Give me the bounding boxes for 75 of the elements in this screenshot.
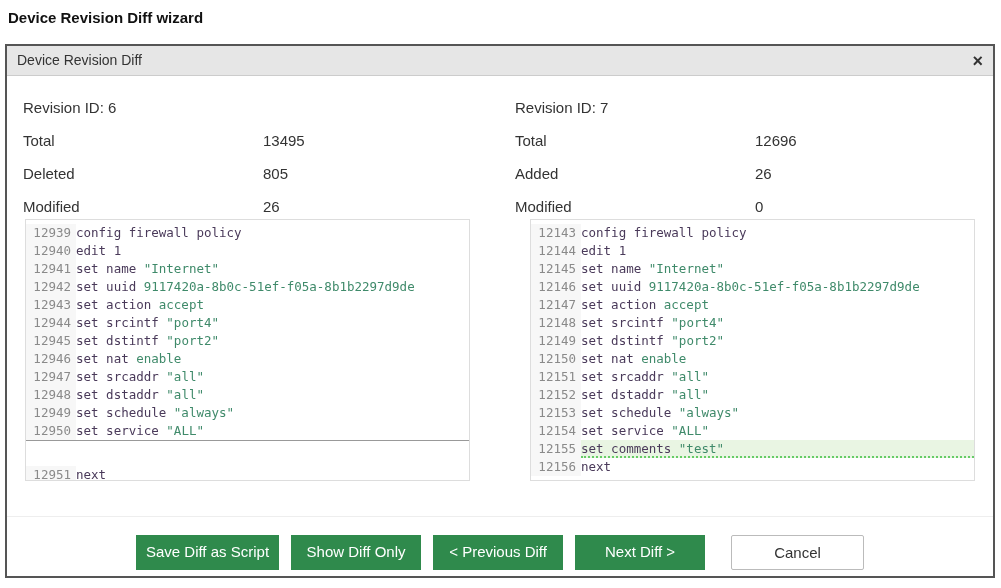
code-line: set dstintf "port2": [76, 332, 220, 350]
stat-value: 0: [755, 197, 765, 217]
revision-label: Revision ID: 7: [515, 98, 610, 118]
stat-label: Total: [515, 131, 548, 151]
close-button[interactable]: ×: [972, 51, 983, 70]
code-line: set nat enable: [581, 350, 688, 368]
code-line: set dstintf "port2": [581, 332, 725, 350]
code-line: set srcintf "port4": [581, 314, 725, 332]
line-number: 12944: [26, 314, 76, 332]
code-line: set name "Internet": [581, 260, 725, 278]
code-line: set dstaddr "all": [76, 386, 205, 404]
code-line: edit 1: [581, 242, 628, 260]
previous-diff-button[interactable]: < Previous Diff: [433, 535, 564, 570]
stat-label: Modified: [515, 197, 573, 217]
line-number: 12153: [531, 404, 581, 422]
code-line: set schedule "always": [581, 404, 741, 422]
stat-label: Deleted: [23, 164, 76, 184]
revision-label: Revision ID: 6: [23, 98, 118, 118]
code-line: set dstaddr "all": [581, 386, 710, 404]
page-title: Device Revision Diff wizard: [7, 8, 205, 28]
code-line: set uuid 9117420a-8b0c-51ef-f05a-8b1b2297d9de: [581, 278, 921, 296]
line-number: 12950: [26, 422, 76, 440]
line-number: 12951: [26, 466, 76, 480]
code-line: next: [76, 466, 108, 480]
line-number: 12156: [531, 458, 581, 476]
stat-value: 805: [263, 164, 290, 184]
stat-value: 13495: [263, 131, 306, 151]
code-line: set srcaddr "all": [76, 368, 205, 386]
dialog-title: Device Revision Diff: [17, 51, 142, 70]
line-number: 12154: [531, 422, 581, 440]
line-number: 12941: [26, 260, 76, 278]
stat-value: 26: [263, 197, 281, 217]
code-line: set nat enable: [76, 350, 183, 368]
code-line: config firewall policy: [76, 224, 243, 242]
line-number: 12155: [531, 440, 581, 458]
stat-value: 12696: [755, 131, 798, 151]
code-line: set schedule "always": [76, 404, 236, 422]
line-number: 12947: [26, 368, 76, 386]
line-number: 12143: [531, 224, 581, 242]
line-number: 12146: [531, 278, 581, 296]
next-diff-button[interactable]: Next Diff >: [575, 535, 706, 570]
code-line: set service "ALL": [581, 422, 710, 440]
line-number: 12945: [26, 332, 76, 350]
line-number: 12942: [26, 278, 76, 296]
line-number: 12144: [531, 242, 581, 260]
line-number: 12948: [26, 386, 76, 404]
line-number: 12152: [531, 386, 581, 404]
stat-label: Modified: [23, 197, 81, 217]
code-line: config firewall policy: [581, 224, 748, 242]
line-number: 12147: [531, 296, 581, 314]
code-line: set service "ALL": [76, 422, 205, 440]
line-number: 12949: [26, 404, 76, 422]
show-diff-button[interactable]: Show Diff Only: [291, 535, 422, 570]
code-line: set action accept: [581, 296, 710, 314]
stat-label: Added: [515, 164, 560, 184]
line-number: 12150: [531, 350, 581, 368]
line-number: 12939: [26, 224, 76, 242]
code-line: set srcaddr "all": [581, 368, 710, 386]
line-number: 12145: [531, 260, 581, 278]
line-number: 12946: [26, 350, 76, 368]
save-script-button[interactable]: Save Diff as Script: [135, 535, 280, 570]
line-number: 12943: [26, 296, 76, 314]
line-number: 12151: [531, 368, 581, 386]
code-line: set uuid 9117420a-8b0c-51ef-f05a-8b1b2297d9de: [76, 278, 416, 296]
line-number: 12149: [531, 332, 581, 350]
code-line: next: [581, 458, 613, 476]
line-number: 12148: [531, 314, 581, 332]
code-line: set name "Internet": [76, 260, 220, 278]
code-line: set srcintf "port4": [76, 314, 220, 332]
stat-value: 26: [755, 164, 773, 184]
stat-label: Total: [23, 131, 56, 151]
line-number: 12940: [26, 242, 76, 260]
cancel-button[interactable]: Cancel: [731, 535, 865, 570]
code-line: edit 1: [76, 242, 123, 260]
code-line: set action accept: [76, 296, 205, 314]
